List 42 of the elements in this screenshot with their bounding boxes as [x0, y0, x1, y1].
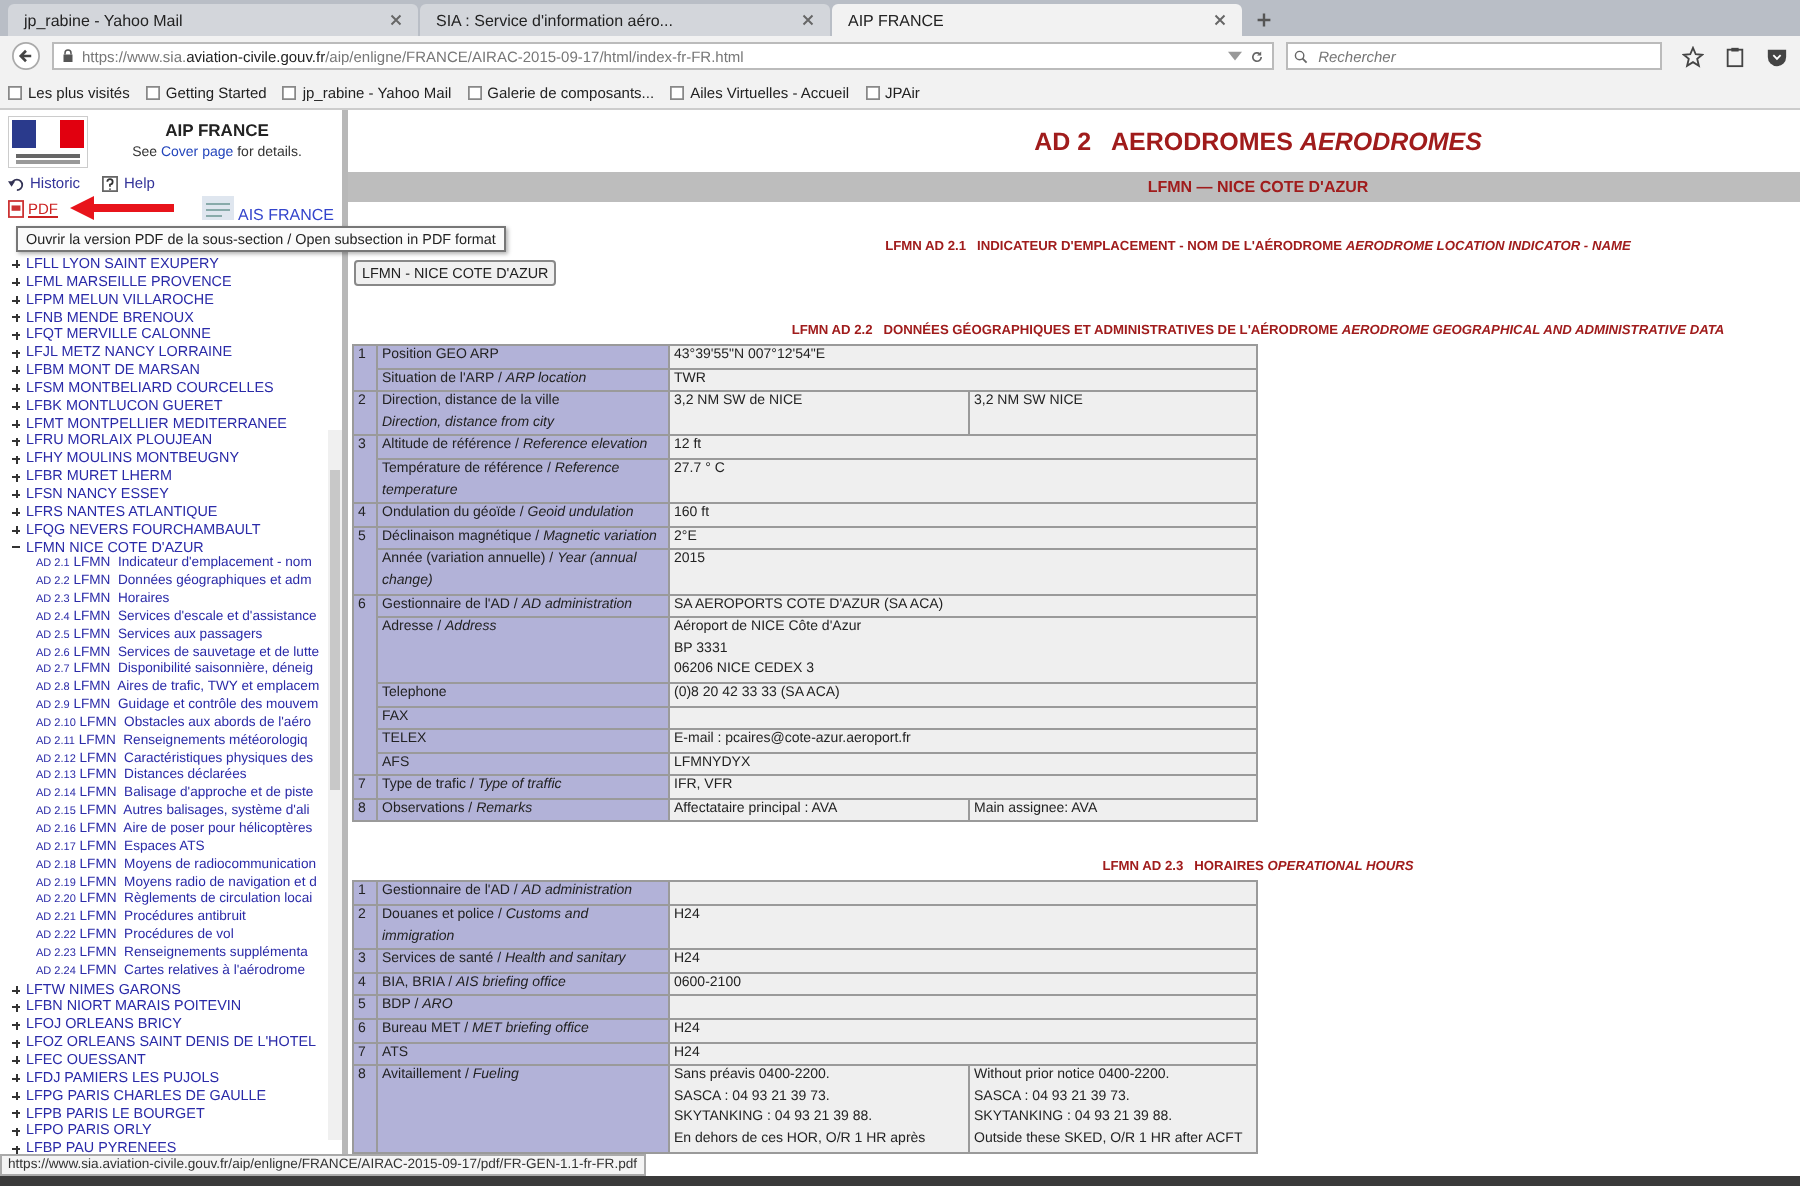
expand-icon[interactable]	[12, 1145, 20, 1154]
undo-arrow-icon[interactable]	[8, 175, 24, 191]
expand-icon[interactable]	[12, 1039, 20, 1048]
expand-icon[interactable]	[12, 1056, 20, 1065]
page-icon[interactable]	[282, 85, 297, 99]
lock-icon	[61, 48, 74, 64]
page-icon[interactable]	[670, 85, 685, 99]
airport-banner: LFMN — NICE COTE D'AZUR	[348, 172, 1800, 202]
browser-tab[interactable]: jp_rabine - Yahoo Mail	[8, 4, 418, 36]
page-icon[interactable]	[467, 85, 482, 99]
dropdown-icon[interactable]	[1228, 49, 1243, 63]
expand-icon[interactable]	[12, 260, 20, 269]
expand-icon[interactable]	[12, 278, 20, 287]
scrollbar[interactable]	[328, 430, 342, 1140]
document-icon[interactable]	[8, 199, 24, 217]
clipboard-icon[interactable]	[1724, 45, 1747, 67]
reload-icon[interactable]	[1250, 49, 1265, 63]
page-icon[interactable]	[145, 85, 160, 99]
expand-icon[interactable]	[12, 455, 20, 464]
browser-tab[interactable]: SIA : Service d'information aéro...	[420, 4, 830, 36]
page-icon[interactable]	[865, 85, 880, 99]
page-icon[interactable]	[8, 85, 22, 99]
expand-icon[interactable]	[12, 490, 20, 499]
close-icon[interactable]	[390, 14, 402, 26]
expand-icon[interactable]	[12, 366, 20, 375]
help-icon[interactable]	[102, 175, 119, 191]
plus-icon[interactable]	[1256, 12, 1272, 28]
page-title: AD 2 AERODROMES AERODROMES	[1032, 128, 1484, 160]
star-icon[interactable]	[1682, 45, 1705, 67]
browser-tab[interactable]: AIP FRANCE	[832, 4, 1242, 36]
sidebar-title: AIP FRANCE	[163, 120, 271, 140]
shield-icon[interactable]	[1766, 45, 1789, 67]
search-icon	[1294, 49, 1309, 63]
flag-logo-drawing	[8, 116, 88, 168]
expand-icon[interactable]	[12, 473, 20, 482]
expand-icon[interactable]	[12, 1021, 20, 1030]
expand-icon[interactable]	[12, 384, 20, 393]
close-icon[interactable]	[1214, 14, 1226, 26]
expand-icon[interactable]	[12, 349, 20, 358]
close-icon[interactable]	[802, 14, 814, 26]
arrow-drawing	[66, 194, 178, 222]
ais-france-link[interactable]: AIS FRANCE	[238, 205, 335, 223]
